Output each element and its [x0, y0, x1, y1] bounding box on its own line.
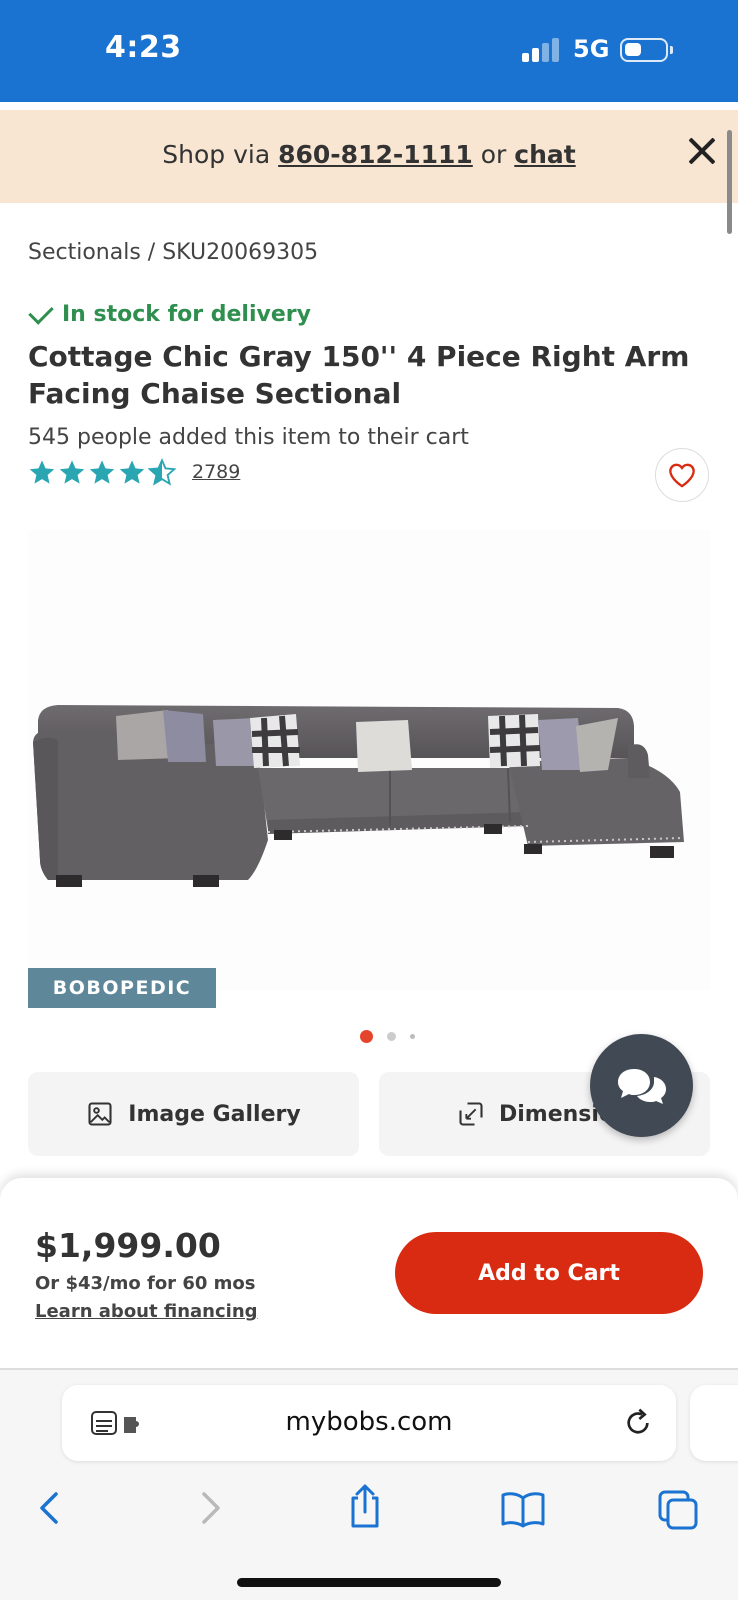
add-to-cart-button[interactable]: Add to Cart — [395, 1232, 703, 1314]
bookmarks-icon[interactable] — [500, 1488, 546, 1528]
star-icon — [29, 460, 55, 484]
product-title: Cottage Chic Gray 150'' 4 Piece Right Ar… — [28, 340, 690, 410]
stock-label: In stock for delivery — [62, 302, 311, 327]
monthly-payment: Or $43/mo for 60 mos — [35, 1273, 256, 1294]
financing-link[interactable]: Learn about financing — [35, 1301, 258, 1322]
favorite-button[interactable] — [655, 448, 709, 502]
bobopedic-badge: BOBOPEDIC — [28, 968, 216, 1008]
network-label: 5G — [573, 35, 610, 63]
rating[interactable]: 2789 — [28, 458, 240, 486]
star-icon — [119, 460, 145, 484]
breadcrumb[interactable]: Sectionals / SKU20069305 — [28, 240, 318, 265]
heart-icon — [669, 463, 695, 488]
carousel-dot[interactable] — [410, 1034, 415, 1039]
image-icon — [88, 1102, 112, 1126]
half-star-icon — [148, 458, 176, 486]
sofa-illustration — [33, 705, 685, 887]
dimensions-icon — [459, 1102, 483, 1126]
signal-icon — [522, 38, 562, 62]
tabs-icon[interactable] — [656, 1488, 700, 1532]
star-rating — [28, 458, 176, 486]
status-bar: 4:23 5G — [0, 0, 738, 102]
image-gallery-label: Image Gallery — [128, 1101, 301, 1127]
purchase-panel: $1,999.00 Or $43/mo for 60 mos Learn abo… — [0, 1178, 738, 1370]
promo-text: Shop via 860-812-1111 or chat — [0, 140, 738, 169]
close-icon[interactable] — [687, 136, 717, 166]
product-image[interactable] — [28, 530, 710, 990]
next-tab-preview[interactable] — [690, 1385, 738, 1461]
url-text: mybobs.com — [285, 1407, 453, 1437]
star-icon — [89, 460, 115, 484]
chat-link[interactable]: chat — [514, 140, 575, 169]
header-divider — [0, 102, 738, 110]
promo-banner: Shop via 860-812-1111 or chat — [0, 110, 738, 203]
promo-middle: or — [472, 140, 515, 169]
price: $1,999.00 — [35, 1226, 221, 1265]
stock-status: In stock for delivery — [28, 298, 311, 327]
battery-icon — [620, 38, 673, 62]
check-icon — [28, 298, 54, 325]
address-bar[interactable]: mybobs.com — [62, 1385, 676, 1461]
cart-count: 545 people added this item to their cart — [28, 425, 469, 450]
image-gallery-button[interactable]: Image Gallery — [28, 1072, 359, 1156]
chat-bubbles-icon — [617, 1068, 666, 1104]
browser-chrome: mybobs.com — [0, 1370, 738, 1600]
scrollbar[interactable] — [727, 130, 732, 234]
star-icon — [59, 460, 85, 484]
promo-prefix: Shop via — [162, 140, 279, 169]
carousel-dot[interactable] — [387, 1032, 396, 1041]
forward-icon[interactable] — [196, 1488, 224, 1528]
share-icon[interactable] — [345, 1482, 385, 1530]
carousel-dot-active[interactable] — [360, 1030, 373, 1043]
back-icon[interactable] — [36, 1488, 64, 1528]
home-indicator[interactable] — [237, 1578, 501, 1587]
status-time: 4:23 — [105, 30, 182, 65]
carousel-dots[interactable] — [360, 1030, 415, 1043]
chat-button[interactable] — [590, 1034, 693, 1137]
review-count-link[interactable]: 2789 — [192, 461, 240, 483]
phone-link[interactable]: 860-812-1111 — [278, 140, 473, 169]
reload-icon[interactable] — [622, 1407, 654, 1439]
